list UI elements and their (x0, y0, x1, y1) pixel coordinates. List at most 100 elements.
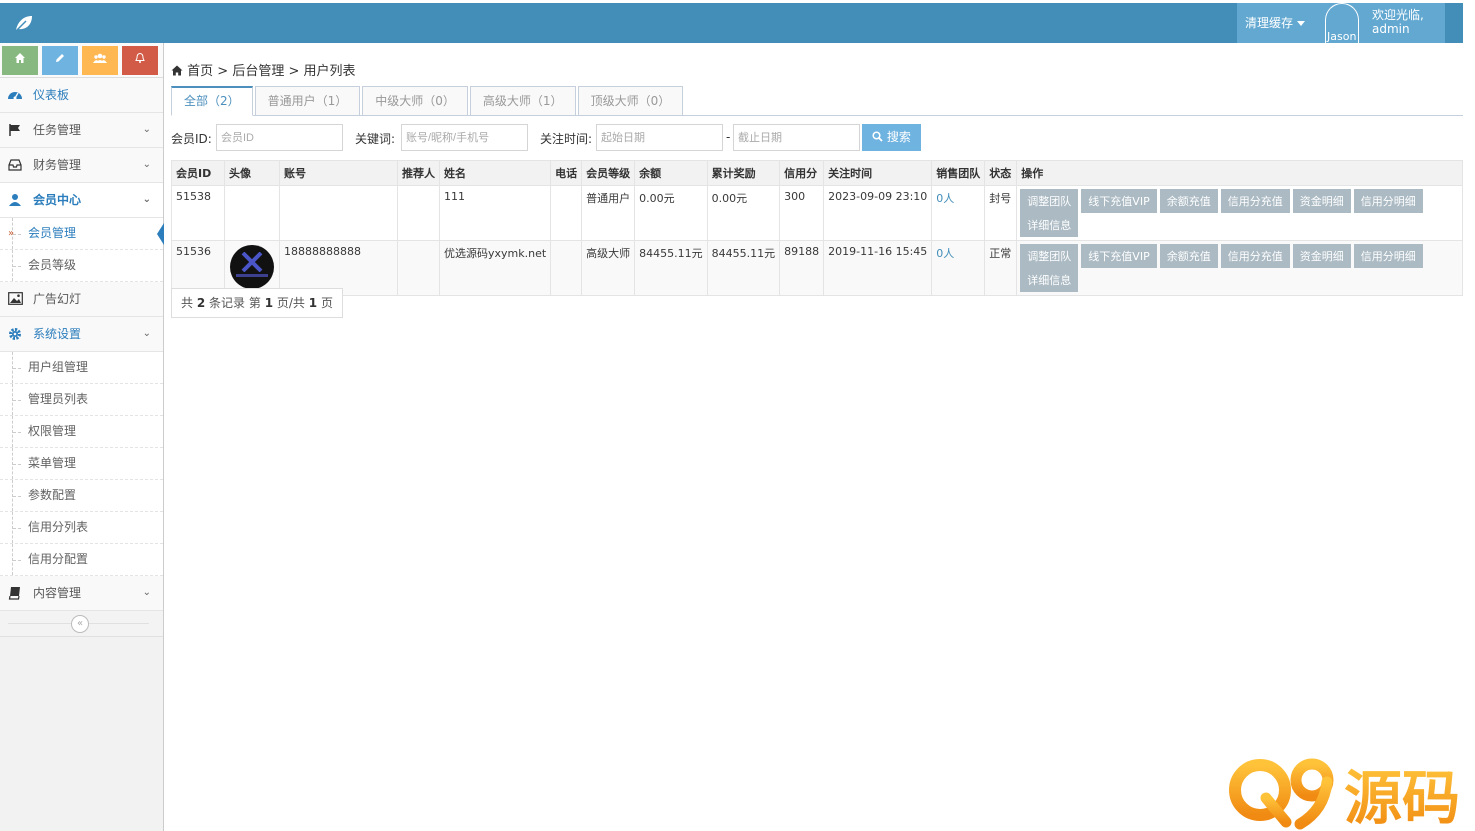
credit-recharge-button[interactable]: 信用分充值 (1220, 244, 1290, 268)
column-header: 推荐人 (397, 160, 440, 186)
column-header: 电话 (550, 160, 583, 186)
sidebar-item-tasks[interactable]: 任务管理 ⌄ (0, 113, 163, 148)
sales-team-link[interactable]: 0人 (936, 247, 954, 260)
sidebar-item-label: 财务管理 (33, 158, 82, 172)
bell-shortcut-button[interactable] (122, 46, 158, 75)
status-cell: 正常 (984, 240, 1018, 296)
balance-cell: 84455.11元 (634, 240, 708, 296)
sidebar-item-label: 参数配置 (28, 488, 77, 502)
balance-recharge-button[interactable]: 余额充值 (1159, 244, 1218, 268)
clear-cache-label: 清理缓存 (1245, 16, 1294, 30)
adjust-team-button[interactable]: 调整团队 (1020, 189, 1079, 213)
end-date-input[interactable] (733, 124, 860, 151)
pager-text: 页/共 (276, 296, 305, 310)
breadcrumb-home-link[interactable]: 首页 (187, 64, 213, 79)
column-header: 会员ID (171, 160, 225, 186)
users-shortcut-button[interactable] (82, 46, 118, 75)
sidebar-item-finance[interactable]: 财务管理 ⌄ (0, 148, 163, 183)
tab-intermediate-master[interactable]: 中级大师（0） (362, 86, 468, 116)
member-id-label: 会员ID: (171, 132, 212, 146)
credit-cell: 89188 (779, 240, 825, 296)
sidebar-item-members[interactable]: 会员中心 ⌄ (0, 183, 163, 218)
home-icon (15, 53, 25, 63)
chevron-down-icon: ⌄ (142, 159, 151, 170)
user-menu[interactable]: Jason 欢迎光临, admin (1320, 3, 1445, 43)
active-indicator (157, 223, 164, 245)
credit-details-button[interactable]: 信用分明细 (1353, 244, 1423, 268)
pager-text: 页 (320, 296, 333, 310)
sidebar-subitem-menu[interactable]: 菜单管理 (0, 448, 163, 480)
sidebar-subitem-member-manage[interactable]: » 会员管理 (0, 218, 164, 250)
dashboard-icon (6, 78, 24, 115)
sidebar-item-system[interactable]: 系统设置 ⌄ (0, 317, 163, 352)
bell-icon (135, 52, 145, 63)
home-shortcut-button[interactable] (2, 46, 38, 75)
adjust-team-button[interactable]: 调整团队 (1020, 244, 1079, 268)
balance-recharge-button[interactable]: 余额充值 (1159, 189, 1218, 213)
sidebar-item-label: 会员等级 (28, 258, 77, 272)
sidebar-item-label: 任务管理 (33, 123, 82, 137)
book-icon (6, 576, 24, 613)
clear-cache-dropdown[interactable]: 清理缓存 (1237, 3, 1320, 43)
user-avatar: Jason (1325, 3, 1359, 43)
detail-info-button[interactable]: 详细信息 (1020, 268, 1079, 292)
sidebar-subitem-user-group[interactable]: 用户组管理 (0, 352, 163, 384)
pencil-shortcut-button[interactable] (42, 46, 78, 75)
shortcut-bar (0, 43, 163, 78)
offline-vip-recharge-button[interactable]: 线下充值VIP (1081, 189, 1157, 213)
phone-cell (550, 185, 583, 241)
username: admin (1372, 22, 1410, 36)
pager-page: 1 (264, 296, 274, 310)
chevron-down-icon: ⌄ (142, 587, 151, 598)
referrer-cell (397, 240, 440, 296)
picture-icon (6, 282, 24, 318)
user-icon (6, 183, 24, 220)
tab-normal-user[interactable]: 普通用户（1） (254, 86, 361, 116)
tab-senior-master[interactable]: 高级大师（1） (469, 86, 576, 116)
pager-pages: 1 (308, 296, 318, 310)
avatar-caption-bar (236, 274, 268, 277)
tab-all[interactable]: 全部（2） (171, 86, 253, 116)
breadcrumb-separator: > (217, 64, 229, 79)
sidebar-item-content[interactable]: 内容管理 ⌄ (0, 576, 163, 611)
welcome-label: 欢迎光临, (1372, 8, 1424, 22)
sidebar-subitem-credit-config[interactable]: 信用分配置 (0, 544, 163, 576)
search-button[interactable]: 搜索 (862, 124, 921, 151)
balance-cell: 0.00元 (634, 185, 708, 241)
breadcrumb-admin-link[interactable]: 后台管理 (232, 64, 284, 79)
credit-recharge-button[interactable]: 信用分充值 (1220, 189, 1290, 213)
credit-details-button[interactable]: 信用分明细 (1353, 189, 1423, 213)
sidebar-item-ads[interactable]: 广告幻灯 (0, 282, 163, 317)
member-avatar (230, 245, 274, 289)
sidebar-subitem-credit-list[interactable]: 信用分列表 (0, 512, 163, 544)
pager-total: 2 (196, 296, 206, 310)
home-icon (171, 65, 183, 76)
pencil-icon (56, 54, 64, 62)
pager-text: 共 (181, 296, 194, 310)
double-angle-left-icon[interactable]: « (71, 615, 89, 633)
table-header-row: 会员ID 头像 账号 推荐人 姓名 电话 会员等级 余额 累计奖励 信用分 关注… (171, 160, 1463, 186)
member-table: 会员ID 头像 账号 推荐人 姓名 电话 会员等级 余额 累计奖励 信用分 关注… (171, 160, 1463, 296)
gear-icon (6, 317, 24, 354)
tab-top-master[interactable]: 顶级大师（0） (577, 86, 684, 116)
fund-details-button[interactable]: 资金明细 (1292, 189, 1351, 213)
leaf-logo-icon[interactable] (14, 13, 34, 33)
column-header: 销售团队 (931, 160, 986, 186)
sales-team-cell: 0人 (931, 185, 986, 241)
member-id-cell: 51538 (171, 185, 225, 241)
sidebar-subitem-admin-list[interactable]: 管理员列表 (0, 384, 163, 416)
detail-info-button[interactable]: 详细信息 (1020, 213, 1079, 237)
keyword-input[interactable] (401, 124, 528, 151)
sidebar-item-label: 仪表板 (33, 88, 70, 102)
member-id-input[interactable] (216, 124, 343, 151)
fund-details-button[interactable]: 资金明细 (1292, 244, 1351, 268)
sales-team-link[interactable]: 0人 (936, 192, 954, 205)
sidebar-item-dashboard[interactable]: 仪表板 (0, 78, 163, 113)
sidebar-subitem-permission[interactable]: 权限管理 (0, 416, 163, 448)
sidebar-subitem-member-level[interactable]: 会员等级 (0, 250, 163, 282)
reward-cell: 84455.11元 (706, 240, 781, 296)
start-date-input[interactable] (596, 124, 723, 151)
offline-vip-recharge-button[interactable]: 线下充值VIP (1081, 244, 1157, 268)
sidebar-subitem-params[interactable]: 参数配置 (0, 480, 163, 512)
status-cell: 封号 (984, 185, 1018, 241)
